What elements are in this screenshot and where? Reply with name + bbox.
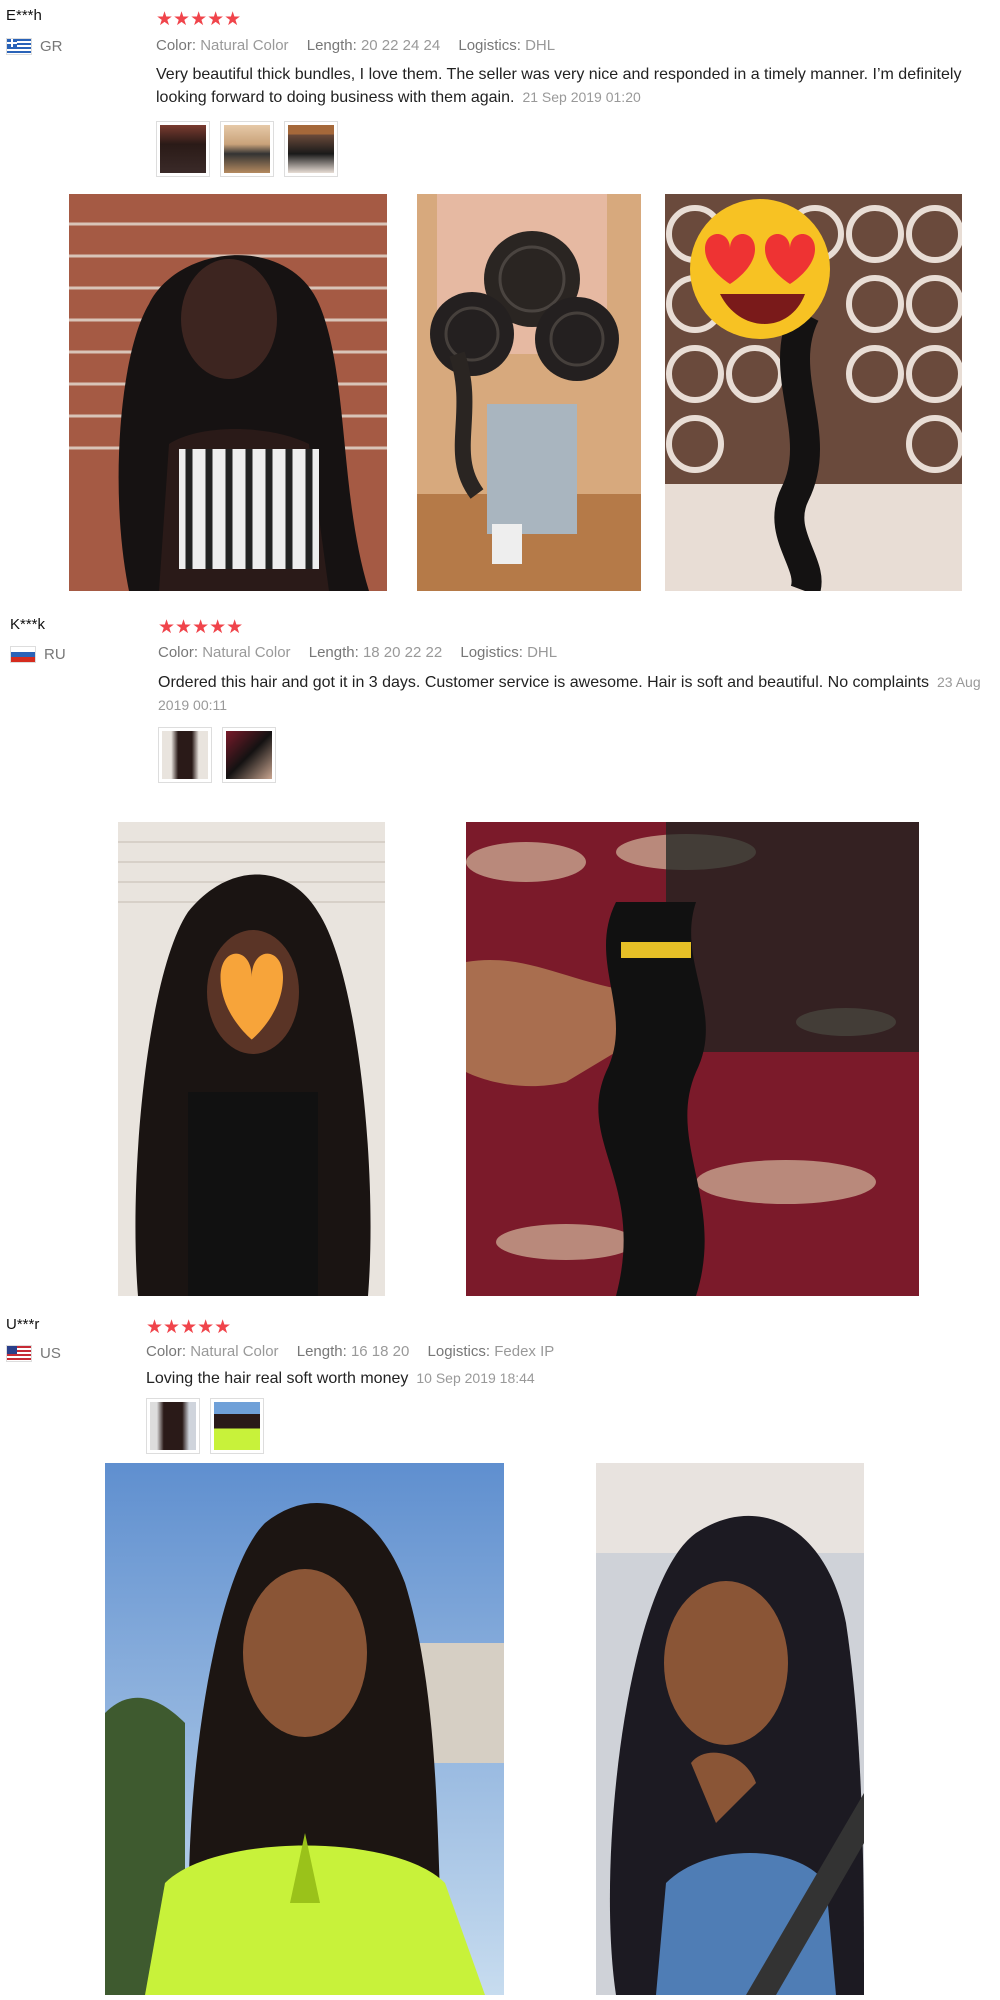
rating-stars: ★★★★★ — [146, 1318, 232, 1337]
rating-stars: ★★★★★ — [156, 10, 242, 29]
review-attributes: Color: Natural Color Length: 20 22 24 24… — [156, 37, 569, 54]
rating-stars-text: ★★★★★ — [156, 9, 242, 30]
country-code: GR — [40, 38, 63, 55]
color-label: Color: — [158, 644, 199, 661]
review-photo-2[interactable] — [417, 194, 641, 591]
thumbnail-1[interactable] — [158, 727, 212, 783]
length-value: 16 18 20 — [350, 1343, 410, 1360]
review-photo-4[interactable] — [118, 822, 385, 1296]
logistics-value: DHL — [525, 37, 556, 54]
thumbnail-2[interactable] — [220, 121, 274, 177]
rating-stars-text: ★★★★★ — [158, 617, 244, 638]
length-value: 20 22 24 24 — [360, 37, 441, 54]
reviewer-name: K***k — [10, 616, 46, 633]
review-date: 21 Sep 2019 01:20 — [522, 89, 641, 105]
logistics-value: DHL — [527, 644, 558, 661]
reviewer-country: GR — [6, 38, 63, 55]
logistics-label: Logistics: — [458, 37, 521, 54]
thumbnail-strip — [146, 1398, 274, 1454]
review-photo-7[interactable] — [596, 1463, 864, 1995]
flag-us-icon — [6, 1345, 32, 1362]
logistics-value: Fedex IP — [494, 1343, 555, 1360]
country-code: US — [40, 1345, 61, 1362]
review-date: 10 Sep 2019 18:44 — [416, 1370, 535, 1386]
color-label: Color: — [146, 1343, 187, 1360]
flag-gr-icon — [6, 38, 32, 55]
length-label: Length: — [296, 1343, 347, 1360]
review-attributes: Color: Natural Color Length: 16 18 20 Lo… — [146, 1343, 568, 1360]
review-text: Loving the hair real soft worth money 10 … — [146, 1367, 986, 1390]
reviewer-country: US — [6, 1345, 61, 1362]
thumbnail-strip — [156, 121, 348, 177]
reviewer-country: RU — [10, 646, 66, 663]
reviewer-name: U***r — [6, 1316, 40, 1333]
length-label: Length: — [308, 644, 359, 661]
review-attributes: Color: Natural Color Length: 18 20 22 22… — [158, 644, 571, 661]
rating-stars: ★★★★★ — [158, 618, 244, 637]
flag-ru-icon — [10, 646, 36, 663]
review-text: Very beautiful thick bundles, I love the… — [156, 64, 986, 109]
logistics-label: Logistics: — [460, 644, 523, 661]
color-value: Natural Color — [200, 37, 289, 54]
thumbnail-1[interactable] — [156, 121, 210, 177]
length-value: 18 20 22 22 — [362, 644, 443, 661]
color-value: Natural Color — [190, 1343, 279, 1360]
logistics-label: Logistics: — [427, 1343, 491, 1360]
color-value: Natural Color — [202, 644, 291, 661]
review-photo-6[interactable] — [105, 1463, 504, 1995]
thumbnail-3[interactable] — [284, 121, 338, 177]
thumbnail-2[interactable] — [222, 727, 276, 783]
color-label: Color: — [156, 37, 197, 54]
review-text: Ordered this hair and got it in 3 days. … — [158, 671, 990, 717]
thumbnail-strip — [158, 727, 286, 783]
thumbnail-2[interactable] — [210, 1398, 264, 1454]
country-code: RU — [44, 646, 66, 663]
review-photo-5[interactable] — [466, 822, 919, 1296]
review-photo-3[interactable] — [665, 194, 962, 591]
reviewer-name: E***h — [6, 7, 42, 24]
thumbnail-1[interactable] — [146, 1398, 200, 1454]
review-body: Ordered this hair and got it in 3 days. … — [158, 674, 930, 691]
length-label: Length: — [306, 37, 357, 54]
review-body: Loving the hair real soft worth money — [146, 1370, 409, 1387]
review-photo-1[interactable] — [69, 194, 387, 591]
rating-stars-text: ★★★★★ — [146, 1317, 232, 1338]
